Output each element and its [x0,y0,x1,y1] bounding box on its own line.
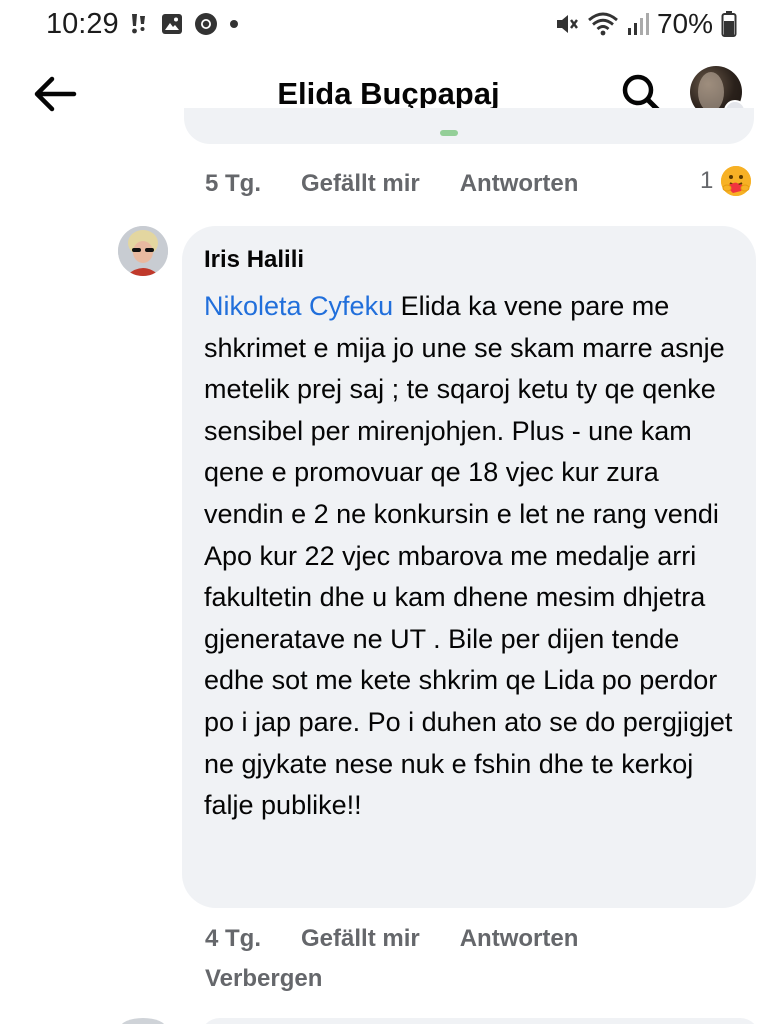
status-bar: 10:29 70% [0,0,777,52]
comment-text: Nikoleta Cyfeku Elida ka vene pare me sh… [204,286,734,827]
previous-comment-reaction-fragment [440,130,458,136]
reply-button[interactable]: Antworten [460,925,579,953]
chrome-icon [195,13,217,35]
mention-link[interactable]: Nikoleta Cyfeku [204,291,393,321]
notification-alert-icon [132,14,145,34]
comment-body: Elida ka vene pare me shkrimet e mija jo… [204,291,733,821]
comment-author[interactable]: Iris Halili [204,244,734,276]
avatar[interactable] [118,226,168,276]
care-emoji-icon [719,164,754,198]
reaction-summary[interactable]: 1 [700,164,754,198]
hide-action: Verbergen [205,965,322,993]
status-time: 10:29 [46,8,119,40]
previous-comment-bubble [184,108,754,144]
reaction-count: 1 [700,167,714,194]
like-button[interactable]: Gefällt mir [301,925,420,953]
status-right: 70% [553,8,737,40]
battery-percent: 70% [656,8,713,39]
wifi-icon [588,12,618,36]
signal-icon [627,13,649,35]
like-button[interactable]: Gefällt mir [301,170,420,198]
hide-button[interactable]: Verbergen [205,965,322,993]
next-comment-bubble [200,1018,760,1024]
comment-bubble: Iris Halili Nikoleta Cyfeku Elida ka ven… [182,226,756,908]
next-comment-avatar [120,1018,166,1024]
dot-icon [230,20,238,28]
battery-icon [721,11,737,37]
comment-time: 4 Tg. [205,925,262,952]
gallery-icon [162,14,182,34]
comment-time: 5 Tg. [205,170,262,197]
previous-comment-actions: 5 Tg. Gefällt mir Antworten [205,170,578,198]
reply-button[interactable]: Antworten [460,170,579,198]
status-left-icons [128,12,240,36]
mute-icon [556,15,578,33]
comment-actions: 4 Tg. Gefällt mir Antworten [205,925,578,953]
